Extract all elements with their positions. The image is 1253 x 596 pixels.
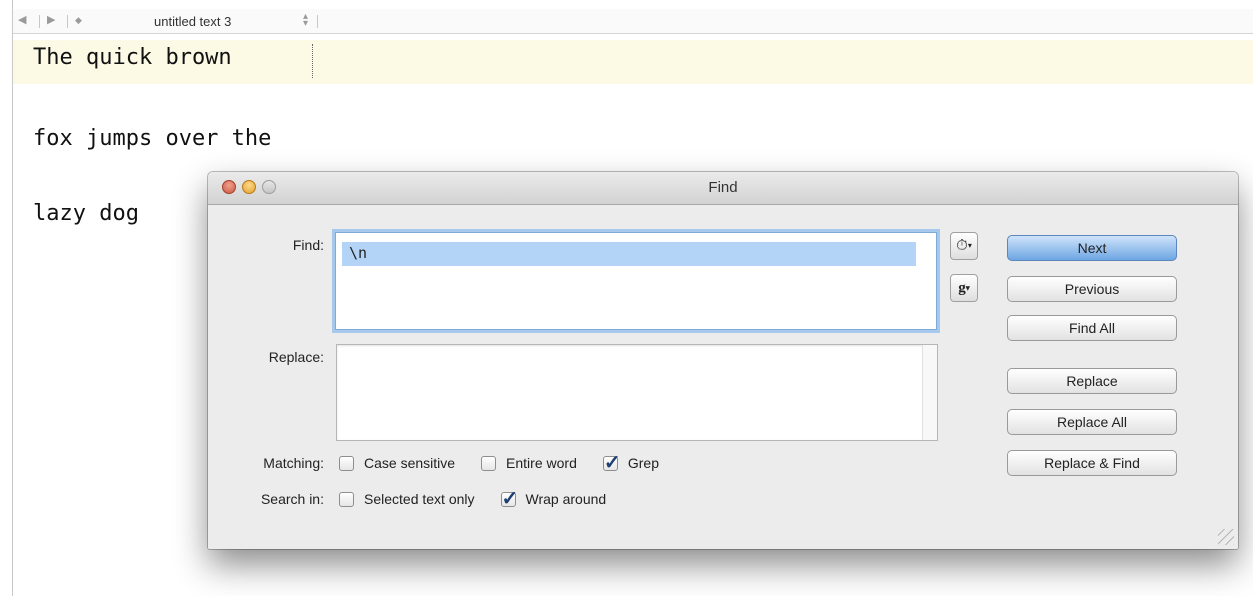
text-caret (312, 44, 313, 78)
search-in-label: Search in: (260, 491, 324, 507)
find-title-bar[interactable]: Find (208, 172, 1238, 205)
grep-checkbox[interactable] (602, 450, 621, 475)
find-dialog: Find Find: \n Replace: ⏱▾ g▾ Next Previo… (208, 172, 1238, 549)
wrap-around-checkbox[interactable] (500, 486, 518, 511)
selected-text-only-checkbox[interactable] (339, 491, 354, 507)
text-line-3[interactable]: lazy dog (33, 201, 139, 226)
find-dialog-title: Find (708, 179, 738, 196)
replace-all-button[interactable]: Replace All (1007, 409, 1177, 435)
grep-label: Grep (627, 455, 659, 471)
entire-word-label: Entire word (506, 455, 577, 471)
document-title-popup[interactable]: untitled text 3 (154, 14, 231, 29)
matching-options: Case sensitive Entire word Grep (339, 450, 685, 475)
forward-arrow-icon[interactable]: ▶ (47, 13, 55, 26)
text-line-1[interactable]: The quick brown (33, 45, 232, 70)
wrap-around-label: Wrap around (525, 491, 607, 507)
navigation-bar: ◀ ▶ ◆ untitled text 3 ▴ ▾ (13, 9, 1253, 34)
selected-text-only-label: Selected text only (364, 491, 475, 507)
back-arrow-icon[interactable]: ◀ (18, 13, 26, 26)
document-marker-icon[interactable]: ◆ (75, 15, 82, 26)
previous-button[interactable]: Previous (1007, 276, 1177, 302)
history-clock-icon[interactable]: ⏱▾ (950, 232, 978, 260)
entire-word-checkbox[interactable] (481, 455, 497, 471)
matching-label: Matching: (263, 455, 324, 471)
document-stepper-icon[interactable]: ▴ ▾ (303, 12, 308, 29)
replace-input[interactable] (336, 344, 938, 441)
next-button[interactable]: Next (1007, 235, 1177, 261)
case-sensitive-label: Case sensitive (364, 455, 456, 471)
case-sensitive-checkbox[interactable] (339, 455, 354, 471)
replace-and-find-button[interactable]: Replace & Find (1007, 450, 1177, 476)
find-label: Find: (292, 237, 324, 253)
replace-scrollbar[interactable] (922, 345, 937, 440)
resize-grip-icon[interactable] (1218, 529, 1234, 545)
text-line-2[interactable]: fox jumps over the (33, 126, 271, 151)
grep-patterns-icon[interactable]: g▾ (950, 274, 978, 302)
find-all-button[interactable]: Find All (1007, 315, 1177, 341)
replace-button[interactable]: Replace (1007, 368, 1177, 394)
search-in-options: Selected text only Wrap around (339, 486, 632, 511)
find-input-value: \n (349, 244, 368, 262)
replace-label: Replace: (268, 349, 324, 365)
find-input[interactable]: \n (335, 232, 937, 330)
find-text-selection (342, 242, 916, 266)
